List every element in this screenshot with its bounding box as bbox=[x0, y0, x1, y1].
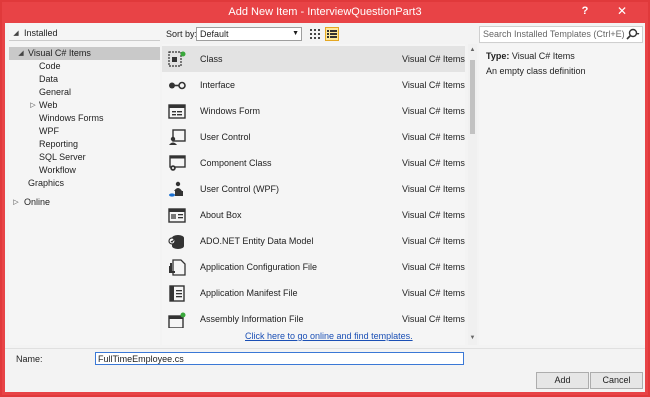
tree-item-label: Windows Forms bbox=[39, 113, 104, 123]
template-name: Component Class bbox=[200, 158, 272, 168]
tree-item-label: Reporting bbox=[39, 139, 79, 149]
user-control-wpf-icon bbox=[169, 181, 183, 197]
template-name: About Box bbox=[200, 210, 242, 220]
component-class-icon bbox=[169, 155, 186, 171]
template-category: Visual C# Items bbox=[402, 314, 465, 324]
bottom-divider bbox=[5, 348, 645, 349]
template-type: Type: Visual C# Items bbox=[486, 51, 575, 61]
tree-item-label: Installed bbox=[24, 28, 58, 38]
template-list-scrollbar[interactable]: ▲ ▼ bbox=[468, 44, 477, 345]
template-category: Visual C# Items bbox=[402, 288, 465, 298]
template-category: Visual C# Items bbox=[402, 210, 465, 220]
sort-by-dropdown[interactable]: Default ▼ bbox=[196, 27, 302, 41]
collapsed-arrow-icon[interactable]: ▷ bbox=[29, 99, 37, 112]
template-item-about-box[interactable]: About Box Visual C# Items bbox=[162, 202, 465, 228]
cancel-button[interactable]: Cancel bbox=[590, 372, 643, 389]
entity-data-model-icon bbox=[168, 235, 184, 249]
name-field[interactable] bbox=[95, 352, 464, 365]
tree-item-label: Web bbox=[39, 100, 58, 110]
tree-item-label: Workflow bbox=[39, 165, 76, 175]
tree-item-label: Code bbox=[39, 61, 61, 71]
template-category: Visual C# Items bbox=[402, 132, 465, 142]
close-button[interactable]: ✕ bbox=[603, 3, 641, 19]
help-button[interactable]: ? bbox=[576, 5, 594, 17]
chevron-down-icon: ▼ bbox=[292, 30, 299, 37]
template-name: ADO.NET Entity Data Model bbox=[200, 236, 314, 246]
template-item-windows-form[interactable]: Windows Form Visual C# Items bbox=[162, 98, 465, 124]
tree-item-label: SQL Server bbox=[39, 152, 86, 162]
template-category: Visual C# Items bbox=[402, 80, 465, 90]
template-item-manifest-file[interactable]: Application Manifest File Visual C# Item… bbox=[162, 280, 465, 306]
template-item-class[interactable]: Class Visual C# Items bbox=[162, 46, 465, 72]
template-name: Application Manifest File bbox=[200, 288, 298, 298]
template-item-user-control[interactable]: User Control Visual C# Items bbox=[162, 124, 465, 150]
template-item-assembly-info[interactable]: Assembly Information File Visual C# Item… bbox=[162, 306, 465, 332]
template-name: User Control (WPF) bbox=[200, 184, 280, 194]
expanded-arrow-icon[interactable]: ◢ bbox=[17, 47, 25, 60]
class-icon bbox=[168, 51, 186, 67]
template-item-interface[interactable]: Interface Visual C# Items bbox=[162, 72, 465, 98]
template-category: Visual C# Items bbox=[402, 54, 465, 64]
search-input[interactable]: Search Installed Templates (Ctrl+E) bbox=[483, 29, 625, 39]
title-bar: Add New Item - InterviewQuestionPart3 ? … bbox=[2, 2, 648, 22]
tree-divider bbox=[9, 40, 160, 41]
sort-by-value: Default bbox=[200, 29, 229, 39]
template-name: Application Configuration File bbox=[200, 262, 318, 272]
scroll-down-arrow-icon[interactable]: ▼ bbox=[468, 335, 477, 341]
tree-item-label: General bbox=[39, 87, 72, 97]
tree-item-label: Online bbox=[24, 197, 51, 207]
template-category: Visual C# Items bbox=[402, 184, 465, 194]
template-category: Visual C# Items bbox=[402, 158, 465, 168]
search-icon[interactable] bbox=[624, 27, 640, 42]
tree-item-label: WPF bbox=[39, 126, 59, 136]
collapsed-arrow-icon[interactable]: ▷ bbox=[12, 196, 20, 209]
scroll-up-arrow-icon[interactable]: ▲ bbox=[468, 47, 477, 53]
user-control-icon bbox=[169, 129, 186, 145]
dialog-title: Add New Item - InterviewQuestionPart3 bbox=[228, 6, 422, 18]
template-name: User Control bbox=[200, 132, 251, 142]
tree-item-label: Data bbox=[39, 74, 59, 84]
template-name: Assembly Information File bbox=[200, 314, 304, 324]
type-value: Visual C# Items bbox=[511, 51, 575, 61]
name-label: Name: bbox=[16, 354, 43, 364]
tree-item-label: Visual C# Items bbox=[28, 48, 91, 58]
add-button[interactable]: Add bbox=[536, 372, 589, 389]
template-description: An empty class definition bbox=[486, 66, 586, 76]
sort-toolbar: Sort by: Default ▼ bbox=[162, 26, 472, 42]
windows-form-icon bbox=[168, 104, 186, 119]
about-box-icon bbox=[168, 208, 186, 223]
expanded-arrow-icon[interactable]: ◢ bbox=[12, 27, 20, 40]
assembly-info-icon bbox=[168, 312, 186, 328]
add-new-item-dialog: Add New Item - InterviewQuestionPart3 ? … bbox=[0, 0, 650, 397]
manifest-file-icon bbox=[169, 285, 185, 302]
template-details-pane: Type: Visual C# Items An empty class def… bbox=[479, 44, 645, 345]
find-templates-online-link[interactable]: Click here to go online and find templat… bbox=[245, 331, 413, 341]
dialog-client-area: ◢ Installed ◢ Visual C# Items Code Data … bbox=[5, 23, 645, 392]
template-item-config-file[interactable]: Application Configuration File Visual C#… bbox=[162, 254, 465, 280]
scrollbar-thumb[interactable] bbox=[470, 60, 475, 134]
template-item-component-class[interactable]: Component Class Visual C# Items bbox=[162, 150, 465, 176]
config-file-icon bbox=[169, 259, 186, 276]
sort-by-label: Sort by: bbox=[166, 29, 198, 39]
tree-item-label: Graphics bbox=[28, 178, 65, 188]
template-category: Visual C# Items bbox=[402, 262, 465, 272]
type-label: Type: bbox=[486, 51, 510, 61]
template-name: Interface bbox=[200, 80, 236, 90]
template-name: Class bbox=[200, 54, 223, 64]
interface-icon bbox=[169, 81, 186, 90]
template-category: Visual C# Items bbox=[402, 236, 465, 246]
small-icons-view-icon[interactable] bbox=[308, 27, 322, 41]
template-category: Visual C# Items bbox=[402, 106, 465, 116]
template-item-user-control-wpf[interactable]: User Control (WPF) Visual C# Items bbox=[162, 176, 465, 202]
template-name: Windows Form bbox=[200, 106, 261, 116]
template-item-entity-data-model[interactable]: ADO.NET Entity Data Model Visual C# Item… bbox=[162, 228, 465, 254]
list-view-icon[interactable] bbox=[325, 27, 339, 41]
search-templates-box[interactable]: Search Installed Templates (Ctrl+E) bbox=[479, 26, 643, 43]
template-list: Class Visual C# Items Interface Visual C… bbox=[162, 44, 465, 345]
